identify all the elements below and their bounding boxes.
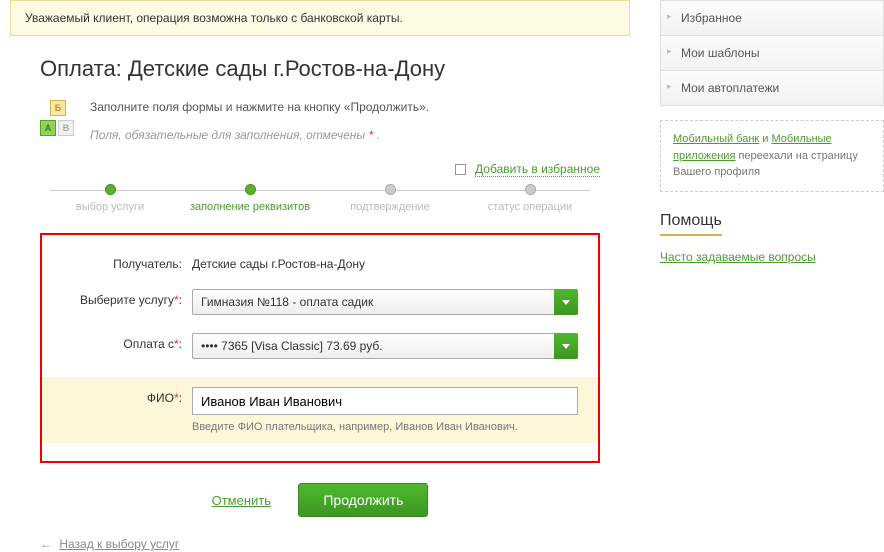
sidebar-menu: Избранное Мои шаблоны Мои автоплатежи: [660, 0, 884, 106]
sidebar-note: Мобильный банк и Мобильные приложения пе…: [660, 120, 884, 192]
recipient-value: Детские сады г.Ростов-на-Дону: [192, 253, 578, 271]
back-link[interactable]: Назад к выбору услуг: [59, 537, 179, 551]
mobile-bank-link[interactable]: Мобильный банк: [673, 133, 759, 145]
form-blocks-icon: БАВ: [40, 100, 76, 140]
stepper: выбор услуги заполнение реквизитов подтв…: [10, 184, 630, 213]
recipient-label: Получатель:: [62, 253, 192, 271]
step-status: статус операции: [460, 184, 600, 213]
help-title: Помощь: [660, 212, 722, 236]
payfrom-select[interactable]: •••• 7365 [Visa Classic] 73.69 руб.: [192, 333, 578, 359]
help-box: Помощь Часто задаваемые вопросы: [660, 212, 884, 264]
sidebar-item-templates[interactable]: Мои шаблоны: [661, 36, 883, 71]
payfrom-label: Оплата с*:: [62, 333, 192, 351]
arrow-left-icon: ←: [40, 537, 52, 551]
sidebar-item-autopay[interactable]: Мои автоплатежи: [661, 71, 883, 105]
page-title: Оплата: Детские сады г.Ростов-на-Дону: [10, 56, 630, 82]
instructions: БАВ Заполните поля формы и нажмите на кн…: [10, 100, 630, 142]
alert-banner: Уважаемый клиент, операция возможна толь…: [10, 0, 630, 36]
add-favorite-link[interactable]: Добавить в избранное: [475, 162, 600, 177]
fio-hint: Введите ФИО плательщика, например, Ивано…: [192, 421, 578, 433]
chevron-down-icon: [554, 333, 578, 359]
cancel-button[interactable]: Отменить: [212, 493, 271, 508]
favorite-checkbox[interactable]: [455, 164, 466, 175]
fio-input[interactable]: [192, 387, 578, 415]
step-details: заполнение реквизитов: [180, 184, 320, 213]
service-select[interactable]: Гимназия №118 - оплата садик: [192, 289, 578, 315]
faq-link[interactable]: Часто задаваемые вопросы: [660, 250, 816, 264]
sidebar-item-favorites[interactable]: Избранное: [661, 1, 883, 36]
instruction-line-2: Поля, обязательные для заполнения, отмеч…: [90, 128, 429, 142]
step-service: выбор услуги: [40, 184, 180, 213]
service-label: Выберите услугу*:: [62, 289, 192, 307]
fio-label: ФИО*:: [62, 387, 192, 405]
step-confirm: подтверждение: [320, 184, 460, 213]
continue-button[interactable]: Продолжить: [298, 483, 428, 517]
payment-form: Получатель: Детские сады г.Ростов-на-Дон…: [40, 233, 600, 463]
instruction-line-1: Заполните поля формы и нажмите на кнопку…: [90, 100, 429, 114]
chevron-down-icon: [554, 289, 578, 315]
